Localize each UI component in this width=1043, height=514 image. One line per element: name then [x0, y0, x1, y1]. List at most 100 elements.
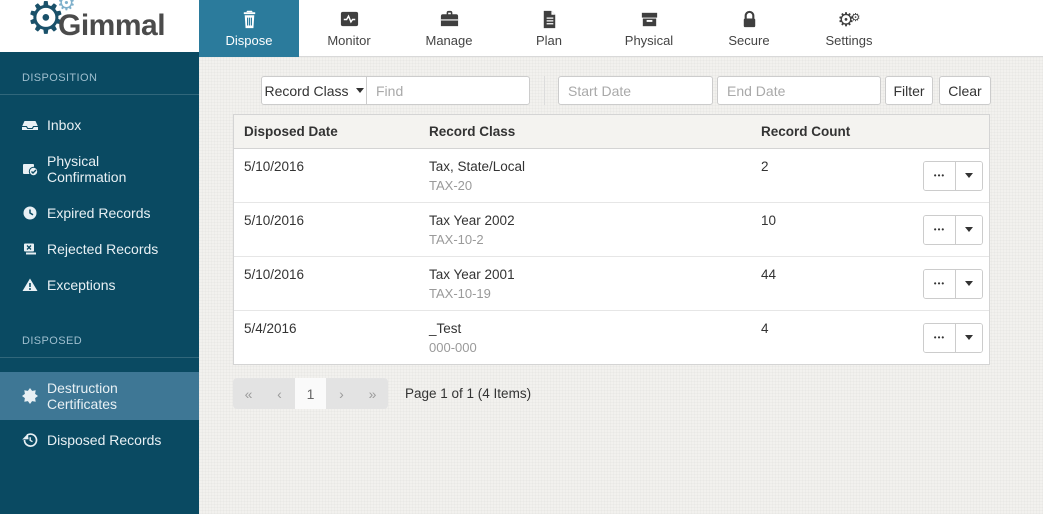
disposed-date-cell: 5/10/2016: [234, 257, 419, 291]
brand-logo: ⚙ ⚙ Gimmal: [0, 0, 199, 52]
nav-tab-monitor[interactable]: Monitor: [299, 0, 399, 56]
sidebar-item-label: Physical Confirmation: [47, 153, 177, 185]
column-header-actions: [911, 115, 989, 148]
table-header-row: Disposed Date Record Class Record Count: [234, 115, 989, 149]
table-row: 5/10/2016 Tax Year 2002 TAX-10-2 10 •••: [234, 203, 989, 257]
disposed-date-cell: 5/10/2016: [234, 203, 419, 237]
record-class-name: Tax Year 2002: [429, 213, 751, 228]
row-dropdown-button[interactable]: [956, 270, 982, 298]
end-date-input[interactable]: [717, 76, 881, 105]
nav-tab-plan[interactable]: Plan: [499, 0, 599, 56]
nav-tab-dispose[interactable]: Dispose: [199, 0, 299, 57]
row-actions: •••: [923, 323, 989, 353]
sidebar-section-title: DISPOSITION: [0, 52, 199, 95]
page-number-button[interactable]: 1: [295, 378, 326, 409]
nav-tab-label: Manage: [426, 33, 473, 48]
nav-tab-secure[interactable]: Secure: [699, 0, 799, 56]
archive-box-icon: [639, 9, 660, 30]
nav-tab-label: Monitor: [327, 33, 370, 48]
record-class-code: 000-000: [429, 340, 751, 355]
row-actions: •••: [923, 161, 989, 191]
row-dropdown-button[interactable]: [956, 324, 982, 352]
first-page-button[interactable]: «: [233, 378, 264, 409]
nav-tab-manage[interactable]: Manage: [399, 0, 499, 56]
sidebar-item-label: Expired Records: [47, 205, 151, 221]
row-action-button-group: •••: [923, 161, 983, 191]
record-class-name: Tax, State/Local: [429, 159, 751, 174]
caret-down-icon: [965, 173, 973, 178]
nav-tab-settings[interactable]: ⚙⚙ Settings: [799, 0, 899, 56]
logo-gear-small-icon: ⚙: [57, 0, 76, 14]
destruction-certificates-table: Disposed Date Record Class Record Count …: [233, 114, 990, 365]
record-class-cell: Tax Year 2002 TAX-10-2: [419, 203, 751, 256]
row-dropdown-button[interactable]: [956, 216, 982, 244]
sidebar-item-physical-confirmation[interactable]: Physical Confirmation: [0, 145, 199, 193]
sidebar-item-label: Rejected Records: [47, 241, 158, 257]
nav-tab-label: Plan: [536, 33, 562, 48]
start-date-input[interactable]: [558, 76, 713, 105]
left-column: ⚙ ⚙ Gimmal DISPOSITION Inbox Physical Co…: [0, 0, 199, 514]
table-row: 5/4/2016 _Test 000-000 4 •••: [234, 311, 989, 364]
main-content: Record Class Filter Clear Disposed Date …: [199, 57, 1043, 514]
row-dropdown-button[interactable]: [956, 162, 982, 190]
top-navigation: Dispose Monitor Manage Plan: [199, 0, 1043, 57]
sidebar-item-label: Destruction Certificates: [47, 380, 177, 412]
record-class-code: TAX-10-19: [429, 286, 751, 301]
last-page-button[interactable]: »: [357, 378, 388, 409]
disposed-date-cell: 5/10/2016: [234, 149, 419, 183]
caret-down-icon: [356, 88, 364, 93]
record-class-cell: Tax, State/Local TAX-20: [419, 149, 751, 202]
sidebar-item-label: Inbox: [47, 117, 81, 133]
row-actions: •••: [923, 269, 989, 299]
more-actions-button[interactable]: •••: [924, 270, 956, 298]
table-row: 5/10/2016 Tax, State/Local TAX-20 2 •••: [234, 149, 989, 203]
box-check-icon: [22, 161, 38, 177]
lock-icon: [739, 9, 760, 30]
sidebar-item-rejected-records[interactable]: Rejected Records: [0, 233, 199, 265]
box-x-icon: [22, 241, 38, 257]
next-page-button[interactable]: ›: [326, 378, 357, 409]
search-input-group: Record Class: [261, 76, 530, 105]
record-count-cell: 44: [751, 257, 911, 291]
record-class-code: TAX-10-2: [429, 232, 751, 247]
document-icon: [539, 9, 560, 30]
record-class-cell: Tax Year 2001 TAX-10-19: [419, 257, 751, 310]
page-summary: Page 1 of 1 (4 Items): [405, 386, 531, 401]
sidebar-item-inbox[interactable]: Inbox: [0, 109, 199, 141]
right-column: Dispose Monitor Manage Plan: [199, 0, 1043, 514]
trash-icon: [239, 9, 260, 30]
record-class-cell: _Test 000-000: [419, 311, 751, 364]
filter-divider: [544, 76, 545, 105]
clear-button[interactable]: Clear: [939, 76, 991, 105]
sidebar-list: Destruction Certificates Disposed Record…: [0, 358, 199, 456]
nav-tab-label: Dispose: [226, 33, 273, 48]
column-header-disposed-date: Disposed Date: [234, 115, 419, 148]
column-header-record-class: Record Class: [419, 115, 751, 148]
monitor-icon: [339, 9, 360, 30]
record-class-name: _Test: [429, 321, 751, 336]
record-count-cell: 4: [751, 311, 911, 345]
filter-button[interactable]: Filter: [885, 76, 933, 105]
nav-tab-label: Settings: [826, 33, 873, 48]
sidebar-section-disposed: DISPOSED Destruction Certificates Dispos…: [0, 305, 199, 456]
row-action-button-group: •••: [923, 269, 983, 299]
nav-tab-physical[interactable]: Physical: [599, 0, 699, 56]
table-row: 5/10/2016 Tax Year 2001 TAX-10-19 44 •••: [234, 257, 989, 311]
record-count-cell: 2: [751, 149, 911, 183]
clock-icon: [22, 205, 38, 221]
previous-page-button[interactable]: ‹: [264, 378, 295, 409]
more-actions-button[interactable]: •••: [924, 216, 956, 244]
record-class-dropdown-label: Record Class: [264, 83, 348, 99]
more-actions-button[interactable]: •••: [924, 162, 956, 190]
sidebar-item-expired-records[interactable]: Expired Records: [0, 197, 199, 229]
sidebar-item-exceptions[interactable]: Exceptions: [0, 269, 199, 301]
sidebar-section-disposition: DISPOSITION Inbox Physical Confirmation …: [0, 52, 199, 301]
row-action-button-group: •••: [923, 323, 983, 353]
row-actions: •••: [923, 215, 989, 245]
more-actions-button[interactable]: •••: [924, 324, 956, 352]
record-class-dropdown-button[interactable]: Record Class: [261, 76, 367, 105]
sidebar-item-destruction-certificates[interactable]: Destruction Certificates: [0, 372, 199, 420]
find-input[interactable]: [366, 76, 530, 105]
sidebar-item-disposed-records[interactable]: Disposed Records: [0, 424, 199, 456]
sidebar-section-title: DISPOSED: [0, 305, 199, 358]
